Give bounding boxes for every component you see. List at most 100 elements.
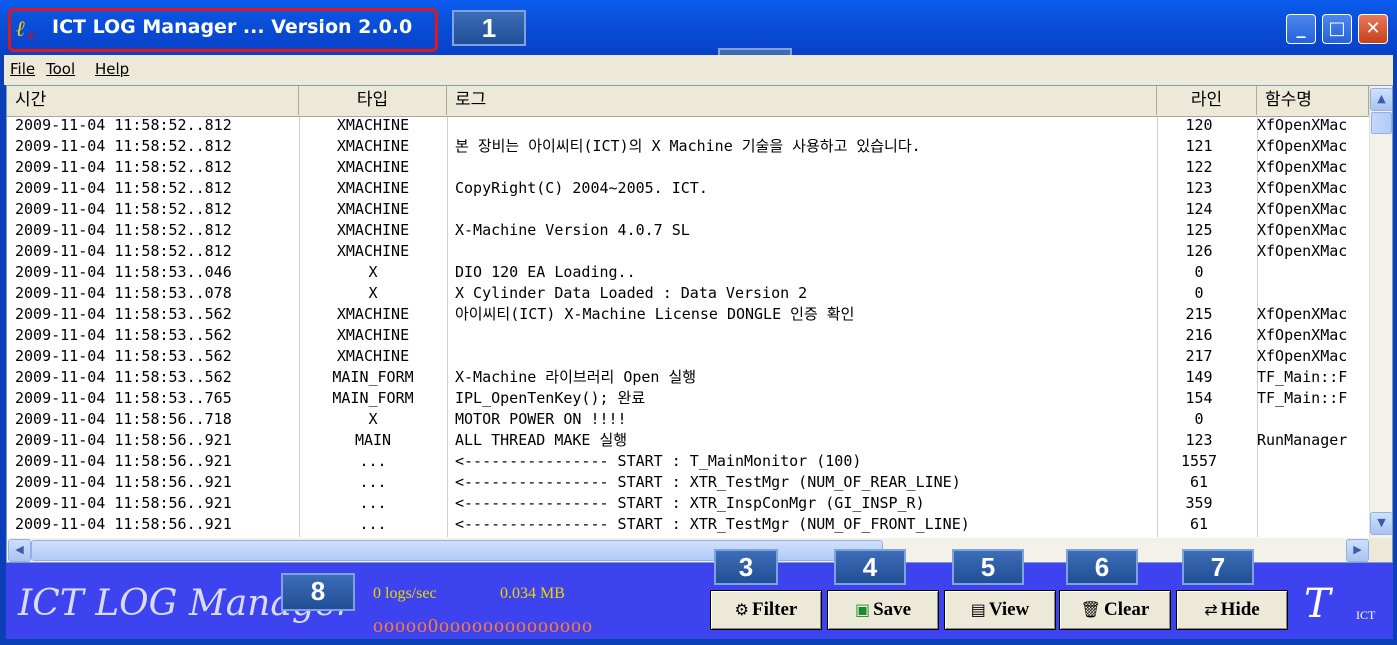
cell-type: XMACHINE (336, 327, 410, 344)
cell-line: 124 (1185, 201, 1213, 218)
cell-log: <---------------- START : XTR_InspConMgr… (455, 495, 925, 512)
column-header-line[interactable]: 라인 (1157, 86, 1257, 115)
menu-tool[interactable]: Tool (46, 60, 75, 78)
cell-type: XMACHINE (336, 201, 410, 218)
cell-function (1257, 516, 1369, 534)
cell-log: <---------------- START : T_MainMonitor … (455, 453, 862, 470)
cell-log: X-Machine Version 4.0.7 SL (455, 222, 690, 239)
horizontal-scrollbar[interactable]: ◀ ▶ (7, 538, 1369, 562)
view-button[interactable]: ▤ View (944, 590, 1056, 630)
cell-log (455, 327, 1145, 345)
hide-label: Hide (1220, 599, 1260, 620)
cell-line: 122 (1185, 159, 1213, 176)
cell-log: 아이씨티(ICT) X-Machine License DONGLE 인증 확인 (455, 306, 855, 323)
cell-time: 2009-11-04 11:58:56..718 (15, 411, 232, 428)
table-row[interactable]: 2009-11-04 11:58:56..718 X MOTOR POWER ON … (7, 411, 1369, 429)
view-label: View (988, 599, 1030, 620)
ict-logo-text: ICT (1356, 608, 1376, 622)
cell-log: IPL_OpenTenKey(); 완료 (455, 390, 646, 407)
cell-log: ALL THREAD MAKE 실행 (455, 432, 628, 449)
cell-line: 154 (1185, 390, 1213, 407)
column-header-time[interactable]: 시간 (7, 86, 299, 115)
scroll-left-icon[interactable]: ◀ (8, 539, 31, 562)
cell-log: <---------------- START : XTR_TestMgr (N… (455, 516, 970, 533)
table-row[interactable]: 2009-11-04 11:58:56..921... <------------… (7, 474, 1369, 492)
table-row[interactable]: 2009-11-04 11:58:53..078 X X Cylinder Data… (7, 285, 1369, 303)
app-window: ℓc ICT LOG Manager ... Version 2.0.0 1 2… (0, 0, 1397, 645)
cell-line: 125 (1185, 222, 1213, 239)
table-row[interactable]: 2009-11-04 11:58:52..812 XMACHINE 120 XfOpe… (7, 117, 1369, 135)
table-row[interactable]: 2009-11-04 11:58:52..812 XMACHINE 본 장비는 아이… (7, 138, 1369, 156)
cell-type: XMACHINE (336, 180, 410, 197)
menu-help[interactable]: Help (95, 60, 129, 78)
scroll-up-icon[interactable]: ▲ (1370, 88, 1392, 111)
cell-type: XMACHINE (336, 138, 410, 155)
cell-line: 123 (1185, 180, 1213, 197)
cell-time: 2009-11-04 11:58:53..562 (15, 327, 232, 344)
scroll-corner (1369, 538, 1392, 562)
table-row[interactable]: 2009-11-04 11:58:53..562 XMACHINE 아이씨티(ICT… (7, 306, 1369, 324)
table-body: 2009-11-04 11:58:52..812 XMACHINE 120 XfOpe… (7, 117, 1369, 537)
table-row[interactable]: 2009-11-04 11:58:52..812 XMACHINE 126 XfOpe… (7, 243, 1369, 261)
scroll-right-icon[interactable]: ▶ (1346, 539, 1369, 562)
cell-log (455, 159, 1145, 177)
table-row[interactable]: 2009-11-04 11:58:53..765 MAIN_FORM IPL_Op… (7, 390, 1369, 408)
title-bar[interactable]: ℓc ICT LOG Manager ... Version 2.0.0 1 2… (0, 0, 1397, 84)
save-button[interactable]: ▣ Save (827, 590, 939, 630)
table-row[interactable]: 2009-11-04 11:58:52..812 XMACHINE CopyRigh… (7, 180, 1369, 198)
cell-log: MOTOR POWER ON !!!! (455, 411, 627, 428)
maximize-button[interactable]: □ (1322, 14, 1352, 44)
table-row[interactable]: 2009-11-04 11:58:52..812 XMACHINE 124 XfOpe… (7, 201, 1369, 219)
clear-button[interactable]: 🗑 Clear (1059, 590, 1171, 630)
cell-type: X (368, 411, 378, 428)
cell-line: 126 (1185, 243, 1213, 260)
cell-function: RunManager (1257, 432, 1348, 449)
table-row[interactable]: 2009-11-04 11:58:52..812 XMACHINE 122 XfOpe… (7, 159, 1369, 177)
table-row[interactable]: 2009-11-04 11:58:52..812 XMACHINE X-Machin… (7, 222, 1369, 240)
vertical-scroll-thumb[interactable] (1371, 112, 1392, 134)
cell-time: 2009-11-04 11:58:53..765 (15, 390, 232, 407)
activity-indicator: ooooo0oooooooooooooo (373, 615, 593, 637)
table-row[interactable]: 2009-11-04 11:58:53..562 XMACHINE 216 XfOpe… (7, 327, 1369, 345)
table-row[interactable]: 2009-11-04 11:58:56..921... <------------… (7, 516, 1369, 534)
cell-type: X (368, 264, 378, 281)
marker-7: 7 (1182, 549, 1254, 585)
view-icon: ▤ (970, 600, 986, 619)
cell-function: TF_Main::F (1257, 369, 1348, 386)
table-row[interactable]: 2009-11-04 11:58:53..562 MAIN_FORM X-Machi… (7, 369, 1369, 387)
column-header-function[interactable]: 함수명 (1257, 86, 1369, 115)
cell-line: 120 (1185, 117, 1213, 134)
table-row[interactable]: 2009-11-04 11:58:56..921... <------------… (7, 453, 1369, 471)
clear-label: Clear (1103, 599, 1150, 620)
cell-time: 2009-11-04 11:58:56..921 (15, 432, 232, 449)
minimize-button[interactable]: _ (1286, 14, 1316, 44)
cell-type: XMACHINE (336, 243, 410, 260)
table-row[interactable]: 2009-11-04 11:58:56..921... <------------… (7, 495, 1369, 513)
table-row[interactable]: 2009-11-04 11:58:53..046 X DIO 120 EA Load… (7, 264, 1369, 282)
column-header-log[interactable]: 로그 (447, 86, 1157, 115)
ict-logo-mark: T (1304, 581, 1331, 627)
column-header-type[interactable]: 타입 (299, 86, 447, 115)
cell-time: 2009-11-04 11:58:53..562 (15, 306, 232, 323)
cell-function: XfOpenXMac (1257, 138, 1348, 155)
vertical-scrollbar[interactable]: ▲ ▼ (1369, 86, 1392, 538)
cell-function: XfOpenXMac (1257, 348, 1348, 365)
cell-type: X (368, 285, 378, 302)
log-table[interactable]: 시간 타입 로그 라인 함수명 2009-11-04 11:58:52..812… (6, 85, 1393, 563)
cell-function (1257, 285, 1369, 303)
menu-file[interactable]: File (10, 60, 35, 78)
hide-button[interactable]: ⇄ Hide (1176, 590, 1288, 630)
cell-type: XMACHINE (336, 348, 410, 365)
scroll-down-icon[interactable]: ▼ (1370, 512, 1392, 535)
filter-button[interactable]: ⚙ Filter (710, 590, 822, 630)
cell-type: XMACHINE (336, 159, 410, 176)
cell-line: 123 (1185, 432, 1213, 449)
table-row[interactable]: 2009-11-04 11:58:53..562 XMACHINE 217 XfOpe… (7, 348, 1369, 366)
cell-line: 215 (1185, 306, 1213, 323)
cell-time: 2009-11-04 11:58:53..562 (15, 369, 232, 386)
cell-line: 216 (1185, 327, 1213, 344)
table-row[interactable]: 2009-11-04 11:58:56..921 MAIN ALL THREAD … (7, 432, 1369, 450)
cell-time: 2009-11-04 11:58:52..812 (15, 201, 232, 218)
cell-time: 2009-11-04 11:58:52..812 (15, 159, 232, 176)
close-button[interactable]: ✕ (1358, 14, 1388, 44)
